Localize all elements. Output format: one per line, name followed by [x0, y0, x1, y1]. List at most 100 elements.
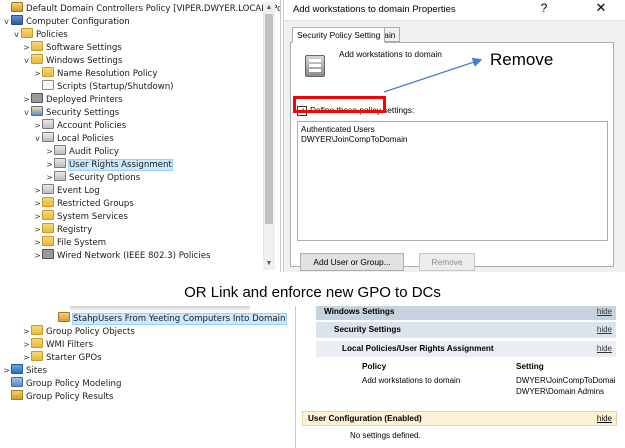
- tree-item[interactable]: > File System: [33, 236, 106, 250]
- chevron-right-icon[interactable]: >: [33, 119, 42, 133]
- section-title: Windows Settings: [324, 307, 395, 316]
- hide-link[interactable]: hide: [597, 341, 612, 357]
- help-icon[interactable]: ?: [535, 1, 553, 17]
- chevron-right-icon[interactable]: >: [2, 364, 11, 378]
- tree-item[interactable]: Group Policy Modeling: [2, 377, 121, 391]
- tree-item[interactable]: > Sites: [2, 364, 47, 378]
- scroll-up-icon[interactable]: ▲: [263, 2, 275, 14]
- tree-item-label: Audit Policy: [69, 147, 119, 157]
- tree-item[interactable]: > Audit Policy: [45, 145, 119, 159]
- tree-item[interactable]: > Wired Network (IEEE 802.3) Policies: [33, 249, 211, 263]
- tree-item-label: User Rights Assignment: [68, 159, 173, 171]
- tree-item[interactable]: v Policies: [12, 28, 68, 42]
- tree-item[interactable]: > Registry: [33, 223, 92, 237]
- tree-item[interactable]: v Computer Configuration: [2, 15, 130, 29]
- chevron-down-icon[interactable]: v: [12, 28, 21, 42]
- tab-security-policy-setting[interactable]: Security Policy Setting: [292, 27, 386, 43]
- chevron-right-icon[interactable]: >: [45, 158, 54, 172]
- results-icon: [11, 390, 23, 400]
- tree-item-label: Policies: [36, 30, 68, 40]
- tree-item[interactable]: v Windows Settings: [22, 54, 122, 68]
- chevron-right-icon[interactable]: >: [22, 325, 31, 339]
- tree-scrollbar-thumb[interactable]: [265, 14, 273, 224]
- tree-item[interactable]: > WMI Filters: [22, 338, 93, 352]
- chevron-right-icon[interactable]: >: [22, 351, 31, 365]
- tree-item[interactable]: > Software Settings: [22, 41, 122, 55]
- hide-link[interactable]: hide: [597, 306, 612, 318]
- modeling-icon: [11, 377, 23, 387]
- tree-item[interactable]: v Local Policies: [33, 132, 114, 146]
- chevron-right-icon[interactable]: >: [33, 223, 42, 237]
- tree-item[interactable]: > Restricted Groups: [33, 197, 134, 211]
- tree-item-label: Group Policy Objects: [46, 327, 135, 337]
- folder-icon: [42, 67, 54, 77]
- scroll-down-icon[interactable]: ▼: [263, 258, 275, 270]
- tree-item[interactable]: StahpUsers From Yeeting Computers Into D…: [49, 312, 287, 326]
- chevron-down-icon[interactable]: v: [22, 106, 31, 120]
- tree-item[interactable]: > Event Log: [33, 184, 100, 198]
- tree-item[interactable]: > Name Resolution Policy: [33, 67, 157, 81]
- tree-item-label: StahpUsers From Yeeting Computers Into D…: [72, 313, 287, 325]
- list-item[interactable]: Authenticated Users: [301, 125, 375, 135]
- chevron-down-icon[interactable]: v: [22, 54, 31, 68]
- table-cell-setting: DWYER\Domain Admins: [516, 387, 605, 396]
- computer-icon: [11, 15, 23, 25]
- list-item[interactable]: DWYER\JoinCompToDomain: [301, 135, 407, 145]
- section-title: Security Settings: [334, 325, 401, 334]
- folder-icon: [31, 351, 43, 361]
- section-security-settings: Security Settings hide: [316, 322, 616, 338]
- tree-item-label: Restricted Groups: [57, 199, 134, 209]
- tree-item[interactable]: > User Rights Assignment: [45, 158, 173, 172]
- tree-item[interactable]: > System Services: [33, 210, 128, 224]
- chevron-right-icon[interactable]: >: [22, 338, 31, 352]
- chevron-right-icon[interactable]: >: [22, 41, 31, 55]
- gpo-icon: [11, 2, 23, 12]
- annotation-arrow-icon: [383, 57, 483, 93]
- hide-link[interactable]: hide: [597, 412, 612, 425]
- tree-item[interactable]: > Group Policy Objects: [22, 325, 135, 339]
- column-header-setting: Setting: [516, 362, 544, 371]
- tree-item-label: Scripts (Startup/Shutdown): [57, 82, 174, 92]
- chevron-right-icon[interactable]: >: [22, 93, 31, 107]
- tree-item[interactable]: > Security Options: [45, 171, 140, 185]
- tree-item[interactable]: Group Policy Results: [2, 390, 113, 404]
- chevron-right-icon[interactable]: >: [45, 171, 54, 185]
- properties-dialog: Add workstations to domain Properties ? …: [283, 0, 625, 272]
- tree-item-label: Name Resolution Policy: [57, 69, 158, 79]
- tree-item[interactable]: Default Domain Controllers Policy [VIPER…: [2, 2, 280, 16]
- table-cell-policy: Add workstations to domain: [362, 376, 461, 385]
- tree-item-label: Group Policy Modeling: [26, 379, 122, 389]
- script-icon: [42, 80, 54, 90]
- chevron-right-icon[interactable]: >: [33, 210, 42, 224]
- tree-item-label: Event Log: [57, 186, 100, 196]
- chevron-down-icon[interactable]: v: [33, 132, 42, 146]
- chevron-right-icon[interactable]: >: [33, 197, 42, 211]
- gpmc-tree: StahpUsers From Yeeting Computers Into D…: [0, 306, 296, 448]
- tree-item-label: Starter GPOs: [46, 353, 102, 363]
- chevron-right-icon[interactable]: >: [33, 67, 42, 81]
- printer-icon: [31, 93, 43, 103]
- hide-link[interactable]: hide: [597, 322, 612, 338]
- tree-item[interactable]: Scripts (Startup/Shutdown): [33, 80, 174, 94]
- tree-item[interactable]: > Deployed Printers: [22, 93, 123, 107]
- member-list[interactable]: Authenticated Users DWYER\JoinCompToDoma…: [297, 121, 608, 241]
- tree-item-label: Software Settings: [46, 43, 122, 53]
- caption: OR Link and enforce new GPO to DCs: [184, 284, 441, 301]
- tree-item-label: File System: [57, 238, 107, 248]
- tree-item[interactable]: > Starter GPOs: [22, 351, 102, 365]
- chevron-down-icon[interactable]: v: [2, 15, 11, 29]
- tree-item-label: WMI Filters: [46, 340, 93, 350]
- remove-button[interactable]: Remove: [419, 253, 475, 271]
- chevron-right-icon[interactable]: >: [33, 236, 42, 250]
- tree-item[interactable]: > Account Policies: [33, 119, 126, 133]
- no-settings-text: No settings defined.: [350, 431, 421, 440]
- add-user-or-group-button[interactable]: Add User or Group...: [300, 253, 404, 271]
- chevron-right-icon[interactable]: >: [45, 145, 54, 159]
- close-icon[interactable]: ✕: [591, 0, 611, 18]
- folder-icon: [42, 210, 54, 220]
- tree-item[interactable]: v Security Settings: [22, 106, 119, 120]
- section-user-configuration: User Configuration (Enabled) hide: [302, 411, 617, 426]
- chevron-right-icon[interactable]: >: [33, 249, 42, 263]
- chevron-right-icon[interactable]: >: [33, 184, 42, 198]
- folder-icon: [21, 28, 33, 38]
